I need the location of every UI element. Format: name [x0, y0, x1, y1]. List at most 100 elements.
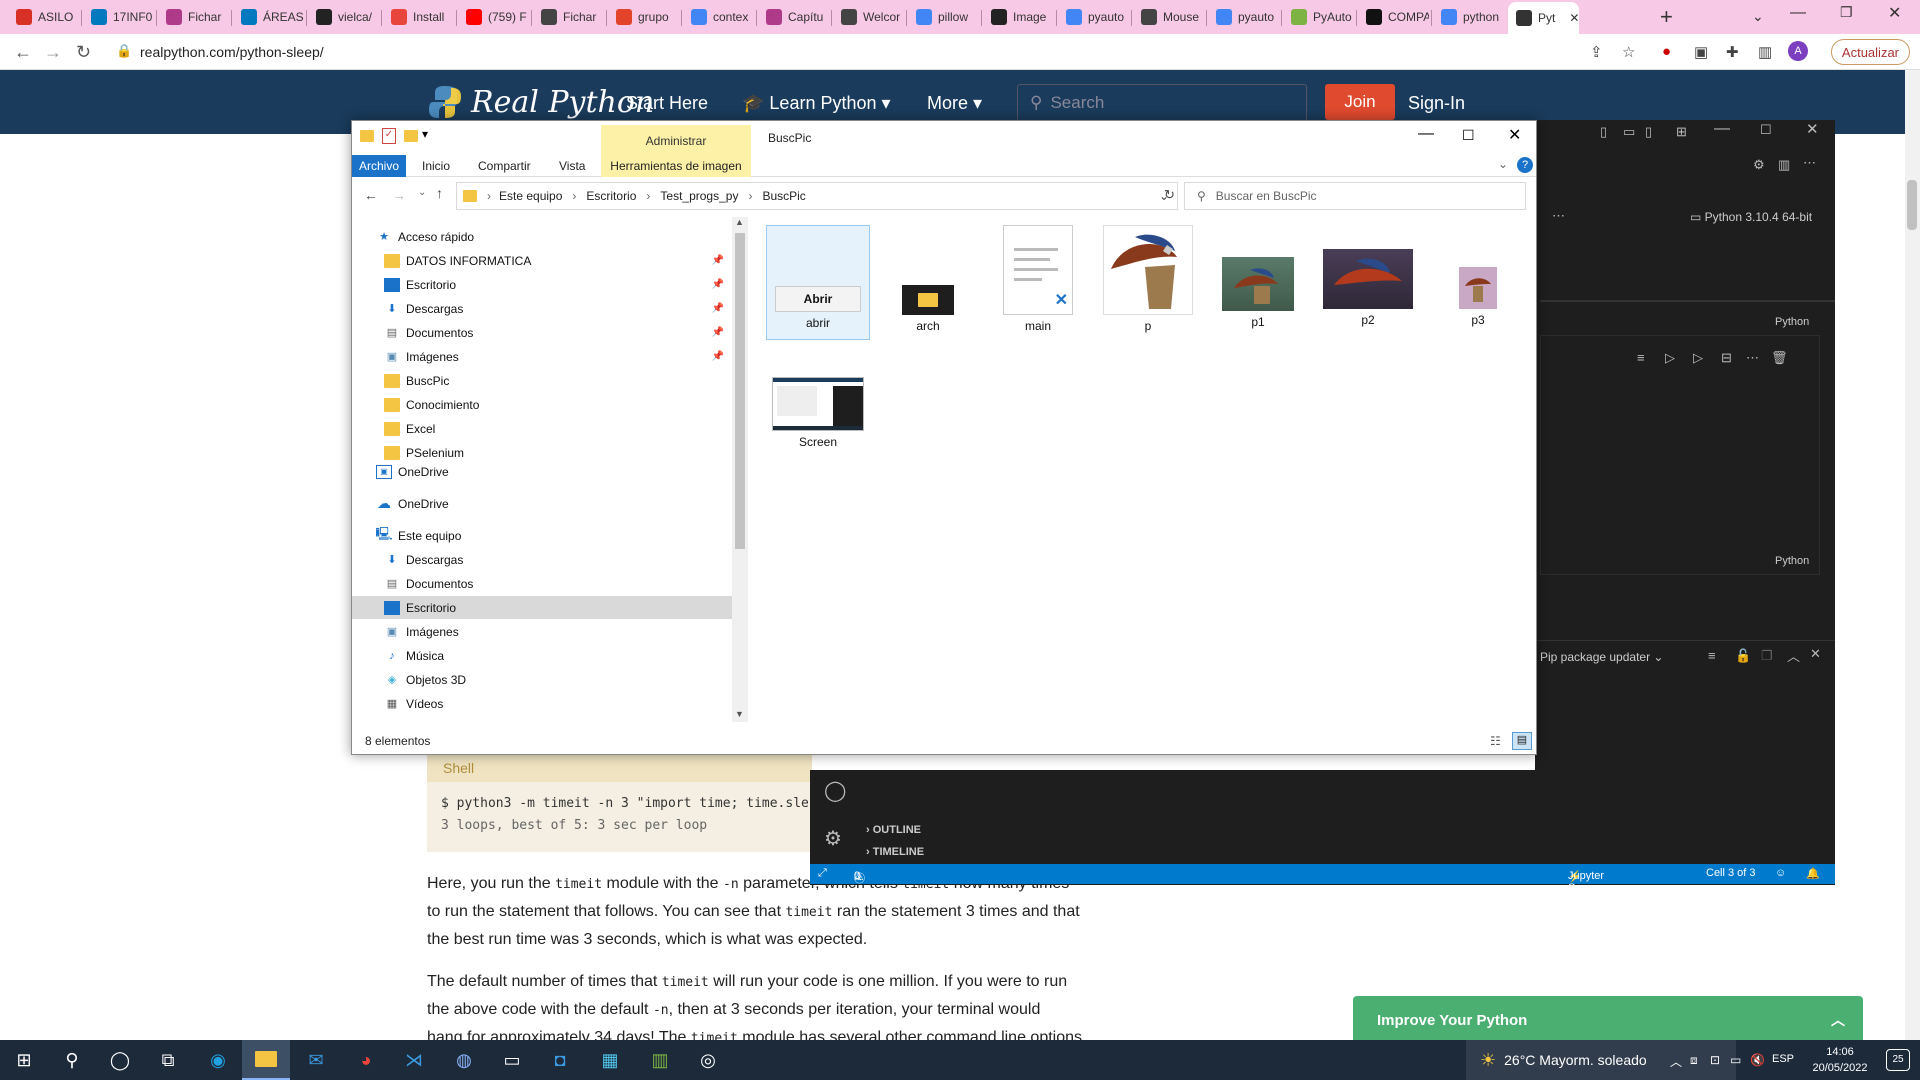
browser-tab[interactable]: python	[1433, 4, 1504, 30]
file-item[interactable]: p3	[1426, 267, 1530, 327]
layout-panel-icon[interactable]: ▭	[1623, 124, 1635, 140]
task-view-icon[interactable]: ⧉	[144, 1040, 192, 1080]
browser-tab[interactable]: pyauto	[1058, 4, 1129, 30]
cell-language-python-2[interactable]: Python	[1775, 555, 1809, 567]
join-button[interactable]: Join	[1325, 84, 1395, 120]
quick-access-item[interactable]: ⬇ Descargas 📌	[352, 297, 732, 320]
maximize-panel-icon[interactable]: ︿	[1787, 646, 1800, 665]
file-item[interactable]: Screen	[766, 377, 870, 449]
browser-tab[interactable]: Fichar	[158, 4, 229, 30]
output-channel-select[interactable]: Pip package updater ⌄	[1540, 650, 1663, 664]
browser-tab[interactable]: Mouse	[1133, 4, 1204, 30]
minimize-window-button[interactable]: —	[1790, 4, 1806, 22]
chat-icon[interactable]: ◘	[536, 1040, 584, 1080]
improve-your-python-banner[interactable]: Improve Your Python ︿	[1353, 996, 1863, 1044]
tab-inicio[interactable]: Inicio	[422, 159, 450, 173]
puzzle-extensions-icon[interactable]: ✚	[1726, 43, 1739, 61]
cortana-icon[interactable]: ◯	[96, 1040, 144, 1080]
tray-chevron-icon[interactable]: ︿	[1670, 1053, 1682, 1070]
notification-center[interactable]: 25	[1886, 1049, 1910, 1071]
cell-more-icon[interactable]: ⋯	[1746, 350, 1759, 366]
windows-start-icon[interactable]: ⊞	[0, 1040, 48, 1080]
browser-tab[interactable]: contex	[683, 4, 754, 30]
explorer-search-input[interactable]: ⚲ Buscar en BuscPic	[1184, 182, 1526, 210]
properties-icon[interactable]: ✓	[382, 128, 396, 144]
terminal-icon[interactable]: ▭	[488, 1040, 536, 1080]
restore-window-button[interactable]: ❐	[1840, 4, 1853, 21]
browser-tab[interactable]: Fichar	[533, 4, 604, 30]
browser-tab[interactable]: Welcor	[833, 4, 904, 30]
nav-this-pc[interactable]: 🖳 Este equipo	[352, 524, 732, 547]
explorer-maximize-icon[interactable]: ☐	[1462, 127, 1475, 144]
vscode-icon[interactable]: ⋊	[390, 1040, 438, 1080]
language-indicator[interactable]: ESP	[1772, 1053, 1794, 1065]
chrome-icon[interactable]: ◕	[342, 1040, 390, 1080]
layout-secondary-icon[interactable]: ▯	[1645, 124, 1652, 140]
update-button[interactable]: Actualizar	[1830, 39, 1910, 65]
browser-tab[interactable]: pillow	[908, 4, 979, 30]
file-item[interactable]: p	[1096, 225, 1200, 333]
split-editor-icon[interactable]: ▥	[1778, 157, 1790, 173]
quick-access-item[interactable]: Excel	[352, 417, 732, 440]
explorer-minimize-icon[interactable]: —	[1418, 125, 1434, 143]
file-item[interactable]: arch	[876, 285, 980, 333]
quick-access-item[interactable]: ▤ Documentos 📌	[352, 321, 732, 344]
breadcrumb-escritorio[interactable]: Escritorio	[586, 189, 636, 203]
ellipsis-icon[interactable]: ⋯	[1552, 208, 1565, 224]
extension-image-icon[interactable]: ▣	[1694, 43, 1708, 61]
tab-archivo[interactable]: Archivo	[352, 155, 406, 177]
url-bar[interactable]: 🔒 realpython.com/python-sleep/	[110, 39, 1590, 65]
more-actions-icon[interactable]: ⋯	[1803, 155, 1816, 171]
browser-tab[interactable]: PyAuto	[1283, 4, 1354, 30]
browser-tab[interactable]: pyauto	[1208, 4, 1279, 30]
profile-avatar[interactable]: A	[1788, 41, 1808, 61]
recent-locations-icon[interactable]: ⌄	[418, 187, 426, 198]
up-arrow-icon[interactable]: ↑	[436, 185, 443, 201]
remote-icon[interactable]: ⤢	[818, 867, 827, 880]
pin-icon[interactable]: 📌	[712, 279, 724, 290]
tab-vista[interactable]: Vista	[559, 159, 585, 173]
mail-icon[interactable]: ✉	[292, 1040, 340, 1080]
lock-scroll-icon[interactable]: 🔓	[1735, 648, 1751, 664]
outline-section[interactable]: › OUTLINE	[866, 824, 921, 836]
nav-scrollbar-thumb[interactable]	[735, 233, 745, 549]
breadcrumb-test-progs[interactable]: Test_progs_py	[660, 189, 738, 203]
realpython-logo[interactable]: Real Python	[425, 80, 654, 124]
tab-compartir[interactable]: Compartir	[478, 159, 531, 173]
refresh-icon[interactable]: ↻	[1164, 187, 1175, 203]
customize-layout-icon[interactable]: ⊞	[1676, 124, 1687, 140]
quick-access-item[interactable]: Conocimiento	[352, 393, 732, 416]
page-scrollbar-thumb[interactable]	[1907, 180, 1917, 230]
layout-sidebar-icon[interactable]: ▯	[1600, 124, 1607, 140]
close-panel-icon[interactable]: ✕	[1810, 646, 1821, 662]
forward-arrow-icon[interactable]: →	[44, 42, 62, 63]
pin-icon[interactable]: 📌	[712, 351, 724, 362]
explorer-forward-icon[interactable]: →	[392, 187, 406, 203]
delete-cell-icon[interactable]: 🗑	[1771, 350, 1788, 366]
file-explorer-icon[interactable]	[242, 1040, 290, 1080]
manage-gear-icon[interactable]: ⚙	[824, 826, 842, 851]
reload-icon[interactable]: ↻	[76, 42, 91, 63]
run-by-line-icon[interactable]: ≡	[1637, 350, 1645, 365]
file-item[interactable]: p1	[1206, 257, 1310, 329]
feedback-icon[interactable]: ☺	[1775, 867, 1786, 879]
pin-icon[interactable]: 📌	[712, 327, 724, 338]
cell-indicator[interactable]: Cell 3 of 3	[1706, 867, 1756, 879]
browser-tab[interactable]: Install	[383, 4, 454, 30]
this-pc-item[interactable]: ⬇ Descargas	[352, 548, 732, 571]
share-icon[interactable]: ⇪	[1590, 43, 1603, 61]
vscode-minimize-icon[interactable]: —	[1714, 120, 1730, 138]
app-blocks-icon[interactable]: ▦	[586, 1040, 634, 1080]
browser-tab[interactable]: ÁREAS	[233, 4, 304, 30]
nav-learn-python[interactable]: 🎓 Learn Python ▾	[742, 93, 891, 114]
sign-in-link[interactable]: Sign-In	[1408, 93, 1465, 114]
this-pc-item[interactable]: ◈ Objetos 3D	[352, 668, 732, 691]
help-icon[interactable]: ?	[1517, 157, 1533, 173]
tab-search-chevron-icon[interactable]: ⌄	[1752, 8, 1764, 25]
tray-app-icon[interactable]: ⧈	[1690, 1053, 1698, 1068]
chevron-up-icon[interactable]: ︿	[1831, 1010, 1845, 1030]
account-icon[interactable]: ◯	[824, 778, 846, 803]
large-icons-view-icon[interactable]: ▤	[1512, 732, 1532, 750]
timeline-section[interactable]: › TIMELINE	[866, 846, 924, 858]
bookmark-star-icon[interactable]: ☆	[1622, 43, 1635, 61]
